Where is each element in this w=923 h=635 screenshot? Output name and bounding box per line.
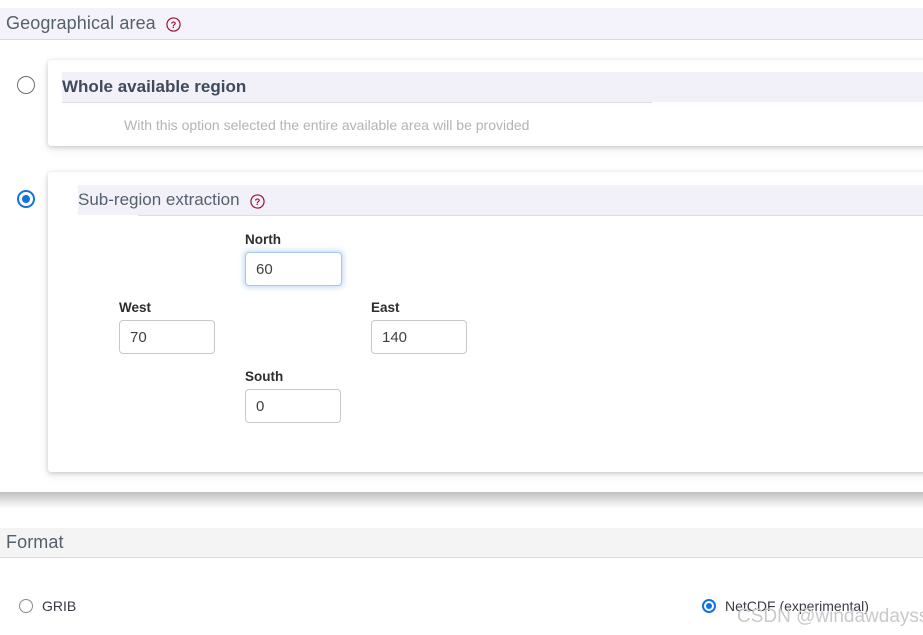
east-label: East [371, 300, 400, 315]
south-label: South [245, 369, 284, 384]
south-field-group: South [245, 369, 341, 423]
radio-netcdf[interactable] [702, 599, 716, 613]
format-option-netcdf[interactable]: NetCDF (experimental) [702, 598, 869, 614]
section-divider [0, 492, 923, 508]
north-label: North [245, 232, 281, 247]
geographical-area-header: Geographical area ? [0, 8, 923, 40]
divider-line [138, 215, 923, 216]
question-mark-circle-icon[interactable]: ? [249, 193, 265, 209]
svg-text:?: ? [254, 196, 260, 206]
west-label: West [119, 300, 152, 315]
whole-available-region-title: Whole available region [62, 77, 247, 96]
page-title: Geographical area [6, 13, 156, 33]
radio-sub-region-extraction[interactable] [17, 190, 35, 208]
south-input[interactable] [245, 389, 341, 423]
whole-available-region-description: With this option selected the entire ava… [124, 117, 530, 133]
radio-whole-available-region[interactable] [17, 76, 35, 94]
north-field-group: North [245, 232, 342, 286]
west-input[interactable] [119, 320, 215, 354]
whole-available-region-card[interactable]: Whole available region With this option … [48, 60, 923, 146]
question-mark-circle-icon[interactable]: ? [166, 17, 181, 32]
east-field-group: East [371, 300, 467, 354]
radio-grib[interactable] [19, 599, 33, 613]
west-field-group: West [119, 300, 215, 354]
format-title: Format [6, 532, 64, 552]
format-option-netcdf-label: NetCDF (experimental) [725, 598, 869, 614]
format-option-grib-label: GRIB [42, 598, 77, 614]
format-header: Format [0, 528, 923, 558]
format-option-grib[interactable]: GRIB [19, 598, 76, 614]
whole-available-region-title-bar: Whole available region [62, 72, 923, 102]
north-input[interactable] [245, 252, 342, 286]
east-input[interactable] [371, 320, 467, 354]
sub-region-extraction-title-bar: Sub-region extraction ? [78, 185, 923, 215]
svg-text:?: ? [170, 20, 176, 30]
divider-line [62, 102, 652, 103]
sub-region-extraction-title: Sub-region extraction [78, 190, 240, 209]
